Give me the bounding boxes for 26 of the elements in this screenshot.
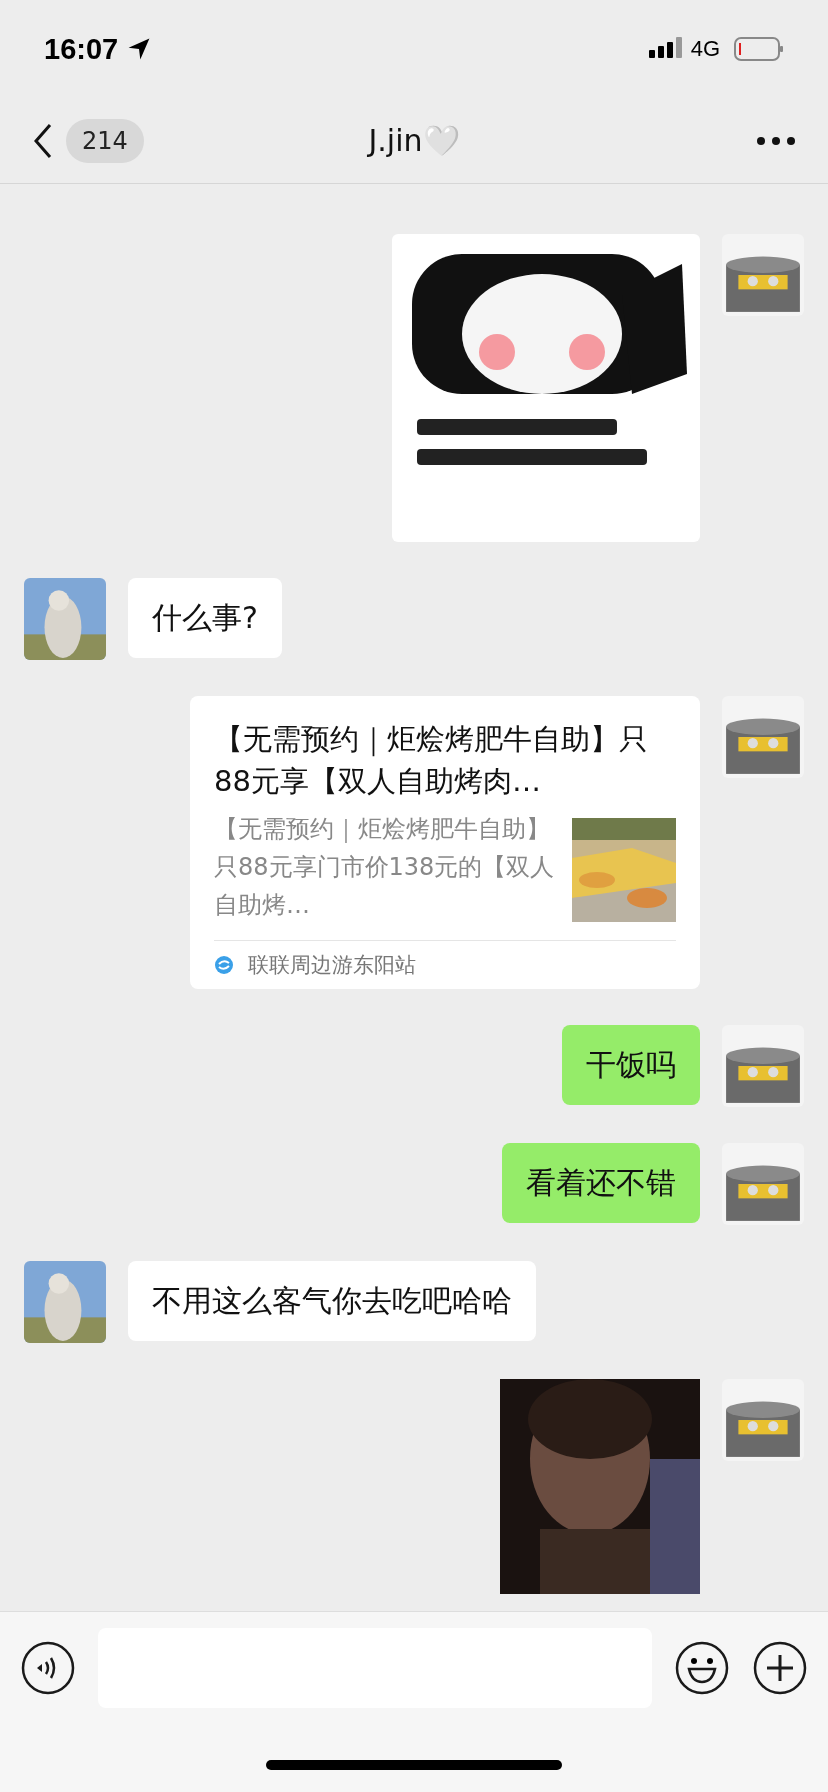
back-icon[interactable] <box>32 122 54 159</box>
status-time: 16:07 <box>44 32 119 66</box>
battery-icon <box>734 36 784 62</box>
emoji-icon[interactable] <box>674 1640 730 1696</box>
avatar[interactable] <box>722 696 804 778</box>
avatar[interactable] <box>722 1379 804 1461</box>
source-logo-icon <box>214 955 234 975</box>
unread-count[interactable]: 214 <box>66 118 144 163</box>
received-message: 什么事? <box>128 578 282 658</box>
avatar[interactable] <box>24 578 106 660</box>
network-type: 4G <box>690 36 720 62</box>
more-icon[interactable] <box>756 135 796 146</box>
sent-message: 看着还不错 <box>502 1143 700 1223</box>
voice-icon[interactable] <box>20 1640 76 1696</box>
link-title: 【无需预约｜炬烩烤肥牛自助】只88元享【双人自助烤肉… <box>214 721 649 800</box>
avatar[interactable] <box>722 1025 804 1107</box>
avatar[interactable] <box>722 234 804 316</box>
add-icon[interactable] <box>752 1640 808 1696</box>
link-card[interactable]: 【无需预约｜炬烩烤肥牛自助】只88元享【双人自助烤肉… 【无需预约｜炬烩烤肥牛自助】只88元享门市价138元的【双人自助烤… 联联周边游东阳站 <box>190 696 700 989</box>
avatar[interactable] <box>24 1261 106 1343</box>
chat-title: J.jin🤍 <box>368 123 460 158</box>
sent-message: 干饭吗 <box>562 1025 700 1105</box>
received-message: 不用这么客气你去吃吧哈哈 <box>128 1261 536 1341</box>
link-description: 【无需预约｜炬烩烤肥牛自助】只88元享门市价138元的【双人自助烤… <box>214 814 556 921</box>
link-source: 联联周边游东阳站 <box>248 952 416 979</box>
avatar[interactable] <box>722 1143 804 1225</box>
